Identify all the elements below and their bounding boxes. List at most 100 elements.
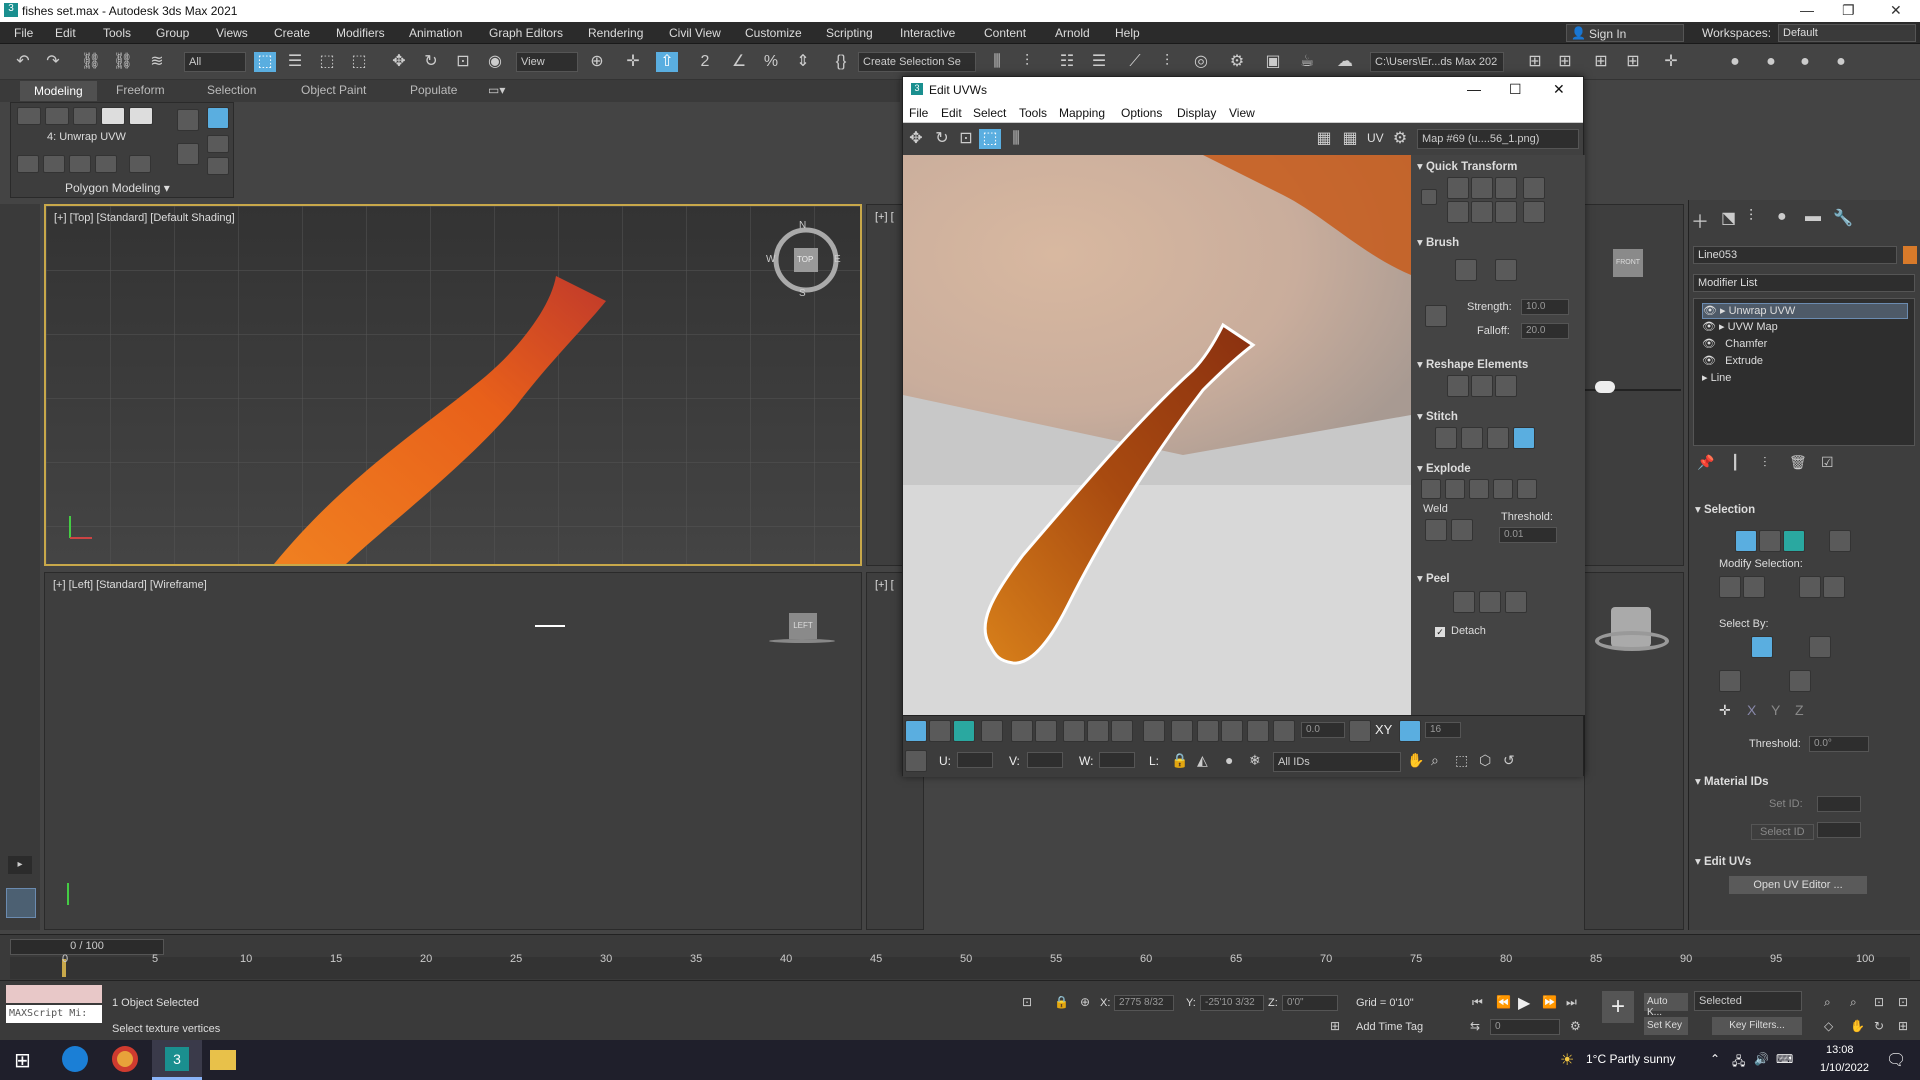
uvw-paint-grow-icon[interactable]	[1221, 720, 1243, 742]
material-ids-dropdown[interactable]: All IDs	[1273, 752, 1401, 772]
selection-lock-icon[interactable]: 🔒	[1054, 995, 1069, 1009]
cp-y-icon[interactable]: Y	[1771, 702, 1780, 718]
menu-customize[interactable]: Customize	[745, 26, 802, 40]
cp-select-element-icon[interactable]	[1751, 636, 1773, 658]
uvw-grid-snap-icon[interactable]	[1399, 720, 1421, 742]
uvw-shrink-icon[interactable]	[1035, 720, 1057, 742]
uvw-mirror-icon[interactable]: ⫼	[1005, 129, 1027, 149]
viewport-right-top-label[interactable]: [+] [	[875, 211, 894, 223]
remove-modifier-icon[interactable]: 🗑	[1789, 454, 1807, 471]
make-unique-icon[interactable]: ⫶	[1763, 454, 1767, 471]
weld-threshold-spinner[interactable]: 0.01	[1499, 527, 1557, 543]
left-viewcube[interactable]: LEFT	[789, 613, 817, 639]
expand-strip-icon[interactable]: ▸	[8, 856, 32, 874]
open-uv-editor-button[interactable]: Open UV Editor ...	[1729, 876, 1867, 894]
modify-tab-icon[interactable]: ⬔	[1721, 208, 1736, 228]
coord-z-field[interactable]: 0'0"	[1282, 995, 1338, 1011]
uvw-minimize-icon[interactable]: —	[1467, 81, 1481, 97]
ribbon-btn-5[interactable]	[129, 155, 151, 173]
strength-spinner[interactable]: 10.0	[1521, 299, 1569, 315]
stitch-3-icon[interactable]	[1487, 427, 1509, 449]
stitch-2-icon[interactable]	[1461, 427, 1483, 449]
qt-pivot-icon[interactable]	[1421, 189, 1437, 205]
cp-select-2-icon[interactable]	[1789, 670, 1811, 692]
chrome-icon[interactable]	[112, 1046, 138, 1072]
zoom-extents-icon[interactable]: ⬡	[1479, 752, 1491, 769]
coord-x-field[interactable]: 2775 8/32	[1114, 995, 1174, 1011]
menu-modifiers[interactable]: Modifiers	[336, 26, 385, 40]
uvw-soft-select-icon[interactable]	[1273, 720, 1295, 742]
clock-date[interactable]: 1/10/2022	[1820, 1062, 1869, 1074]
modifier-line[interactable]: ▸ Line	[1702, 371, 1731, 387]
rotate-icon[interactable]: ↻	[420, 52, 442, 72]
tab-selection[interactable]: Selection	[207, 83, 256, 97]
motion-tab-icon[interactable]: ●	[1777, 208, 1787, 226]
schematic-view-icon[interactable]: ⫶	[1156, 52, 1178, 72]
uvw-grid-spinner[interactable]: 16	[1425, 722, 1461, 738]
edit-named-sel-icon[interactable]: {}	[830, 52, 852, 72]
edge-icon[interactable]	[62, 1046, 88, 1072]
unlink-icon[interactable]: ⛓	[112, 52, 134, 72]
polygon-modeling-dropdown[interactable]: Polygon Modeling ▾	[65, 181, 170, 195]
explode-1-icon[interactable]	[1421, 479, 1441, 499]
uvw-menu-display[interactable]: Display	[1177, 106, 1216, 120]
persp-viewcube-ring[interactable]	[1595, 631, 1669, 651]
coord-y-field[interactable]: -25'10 3/32	[1200, 995, 1264, 1011]
menu-interactive[interactable]: Interactive	[900, 26, 955, 40]
modifier-unwrap-uvw[interactable]: 👁 ▸ Unwrap UVW	[1702, 303, 1908, 319]
zoom-all-icon[interactable]: ⌕	[1850, 995, 1857, 1010]
select-id-button[interactable]: Select ID	[1751, 824, 1814, 840]
uvw-menu-view[interactable]: View	[1229, 106, 1255, 120]
undo-icon[interactable]: ↶	[12, 52, 34, 72]
uvw-point-to-point-icon[interactable]	[1171, 720, 1193, 742]
peel-1-icon[interactable]	[1453, 591, 1475, 613]
align-icon[interactable]: ⫶	[1016, 52, 1038, 72]
menu-animation[interactable]: Animation	[409, 26, 462, 40]
material-editor-icon[interactable]: ◎	[1190, 52, 1212, 72]
peel-2-icon[interactable]	[1479, 591, 1501, 613]
ribbon-btn-2[interactable]	[43, 155, 65, 173]
mirror-icon[interactable]: ⫼	[986, 52, 1008, 72]
uvw-grow-icon[interactable]	[1011, 720, 1033, 742]
weather-text[interactable]: 1°C Partly sunny	[1586, 1052, 1676, 1066]
viewport-right-bottom-label[interactable]: [+] [	[875, 579, 894, 591]
viewport-top[interactable]: [+] [Top] [Standard] [Default Shading] N…	[44, 204, 862, 566]
project-path-dropdown[interactable]: C:\Users\Er...ds Max 202	[1370, 52, 1504, 72]
xy-label[interactable]: XY	[1375, 722, 1392, 737]
volume-icon[interactable]: 🔊	[1754, 1052, 1769, 1066]
edge-mode-icon[interactable]	[45, 107, 69, 125]
explode-header[interactable]: Explode	[1417, 461, 1471, 475]
menu-scripting[interactable]: Scripting	[826, 26, 873, 40]
uvw-falloff-type-icon[interactable]	[1349, 720, 1371, 742]
ribbon-btn-1[interactable]	[17, 155, 39, 173]
snowflake-icon[interactable]: ❄	[1249, 752, 1261, 769]
container-icon[interactable]: ⊞	[1590, 52, 1612, 72]
modifier-list-dropdown[interactable]: Modifier List	[1693, 274, 1915, 292]
keyboard-shortcut-icon[interactable]: ⇧	[656, 52, 678, 72]
cp-threshold-spinner[interactable]: 0.0°	[1809, 736, 1869, 752]
v-field[interactable]	[1027, 752, 1063, 768]
zoom-extents-icon[interactable]: ⊡	[1874, 995, 1884, 1009]
ribbon-side-btn-3[interactable]	[177, 143, 199, 165]
uvw-menu-mapping[interactable]: Mapping	[1059, 106, 1105, 120]
viewport-layouts-icon[interactable]	[6, 888, 36, 918]
time-slider[interactable]: 0 / 100	[10, 939, 164, 955]
cp-face-icon[interactable]	[1783, 530, 1805, 552]
pivot-icon[interactable]: ⊕	[586, 52, 608, 72]
menu-rendering[interactable]: Rendering	[588, 26, 643, 40]
pin-stack-icon[interactable]: 📌	[1697, 454, 1714, 471]
3dsmax-taskbar-button[interactable]: 3	[152, 1040, 202, 1080]
explode-2-icon[interactable]	[1445, 479, 1465, 499]
qt-spacing-v-icon[interactable]	[1523, 201, 1545, 223]
goto-end-icon[interactable]: ⏭	[1566, 995, 1577, 1010]
close-icon[interactable]: ✕	[1890, 2, 1902, 19]
named-selection-dropdown[interactable]: Create Selection Se	[858, 52, 976, 72]
cp-shrink-icon[interactable]	[1743, 576, 1765, 598]
qt-align-y-icon[interactable]	[1471, 201, 1493, 223]
uvw-menu-edit[interactable]: Edit	[941, 106, 962, 120]
select-manipulate-icon[interactable]: ✛	[622, 52, 644, 72]
cp-loop-icon[interactable]	[1799, 576, 1821, 598]
bind-spacewarp-icon[interactable]: ≋	[146, 52, 168, 72]
sign-in-button[interactable]: 👤 Sign In	[1566, 24, 1684, 42]
time-config-icon[interactable]: ⇆	[1470, 1019, 1480, 1033]
